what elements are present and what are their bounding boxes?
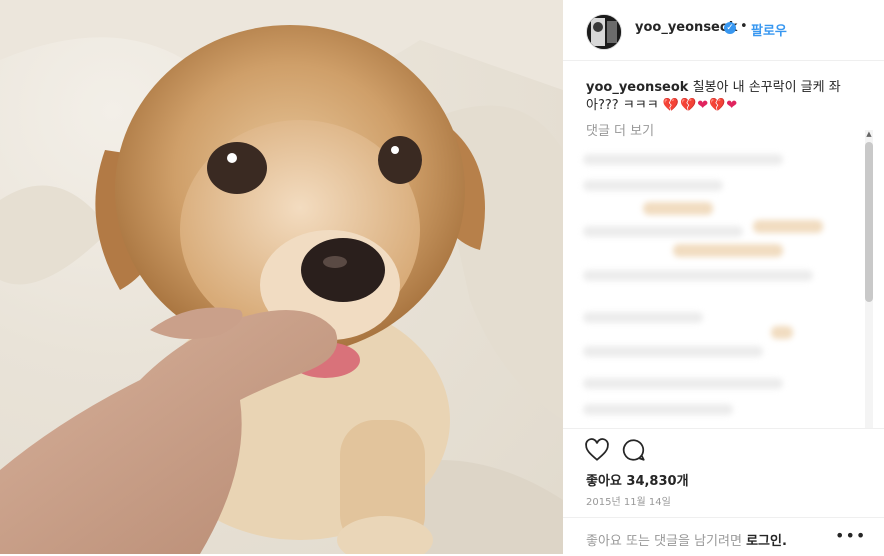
scroll-up-arrow-icon[interactable]: ▲ bbox=[865, 130, 873, 138]
blurred-comment-line bbox=[583, 226, 743, 237]
heart-outline-svg bbox=[585, 438, 609, 461]
blurred-comment-line bbox=[583, 312, 703, 323]
blurred-comments bbox=[583, 142, 853, 427]
blurred-comment-line bbox=[583, 346, 763, 357]
separator-dot: • bbox=[740, 19, 748, 34]
caption-hearts: 💔💔❤💔❤ bbox=[662, 98, 739, 113]
post-actions: 좋아요 34,830개 2015년 11월 14일 좋아요 또는 댓글을 남기려… bbox=[563, 428, 884, 555]
login-prompt: 좋아요 또는 댓글을 남기려면 로그인. bbox=[586, 530, 787, 549]
blurred-comment-line bbox=[583, 154, 783, 165]
view-more-comments-link[interactable]: 댓글 더 보기 bbox=[586, 120, 654, 139]
comment-bubble-svg bbox=[622, 439, 645, 461]
ellipsis-icon[interactable]: ••• bbox=[835, 526, 866, 545]
blurred-comment-line bbox=[771, 326, 793, 339]
verified-badge-icon: ✓ bbox=[724, 22, 736, 34]
blurred-comment-line bbox=[753, 220, 823, 233]
heart-outline-icon[interactable] bbox=[584, 437, 610, 463]
blurred-comment-line bbox=[583, 378, 783, 389]
blurred-comment-line bbox=[583, 180, 723, 191]
comment-bubble-icon[interactable] bbox=[621, 437, 647, 463]
post-photo[interactable] bbox=[0, 0, 563, 554]
avatar-image bbox=[587, 15, 621, 49]
caption-username-link[interactable]: yoo_yeonseok bbox=[586, 80, 688, 95]
avatar[interactable] bbox=[586, 14, 622, 50]
post-caption: yoo_yeonseok 칠봉아 내 손꾸락이 글케 좌아??? ㅋㅋㅋ 💔💔❤… bbox=[586, 79, 846, 115]
login-prompt-text: 좋아요 또는 댓글을 남기려면 bbox=[586, 534, 742, 549]
blurred-comment-line bbox=[583, 404, 733, 415]
comments-section[interactable]: yoo_yeonseok 칠봉아 내 손꾸락이 글케 좌아??? ㅋㅋㅋ 💔💔❤… bbox=[563, 60, 884, 428]
post-side-panel: yoo_yeonseok ✓ • 팔로우 yoo_yeonseok 칠봉아 내 … bbox=[563, 0, 884, 554]
username-link[interactable]: yoo_yeonseok bbox=[635, 20, 737, 35]
blurred-comment-line bbox=[643, 202, 713, 215]
post-header: yoo_yeonseok ✓ • 팔로우 bbox=[563, 0, 884, 61]
login-link[interactable]: 로그인. bbox=[746, 534, 787, 549]
blurred-comment-line bbox=[583, 270, 813, 281]
blurred-comment-line bbox=[673, 244, 783, 257]
like-count[interactable]: 좋아요 34,830개 bbox=[586, 470, 689, 489]
login-bar: 좋아요 또는 댓글을 남기려면 로그인. ••• bbox=[563, 517, 884, 556]
puppy-photo-illustration bbox=[0, 0, 563, 554]
follow-button[interactable]: 팔로우 bbox=[751, 20, 787, 39]
post-date[interactable]: 2015년 11월 14일 bbox=[586, 493, 671, 508]
comments-scrollbar-thumb[interactable] bbox=[865, 142, 873, 302]
